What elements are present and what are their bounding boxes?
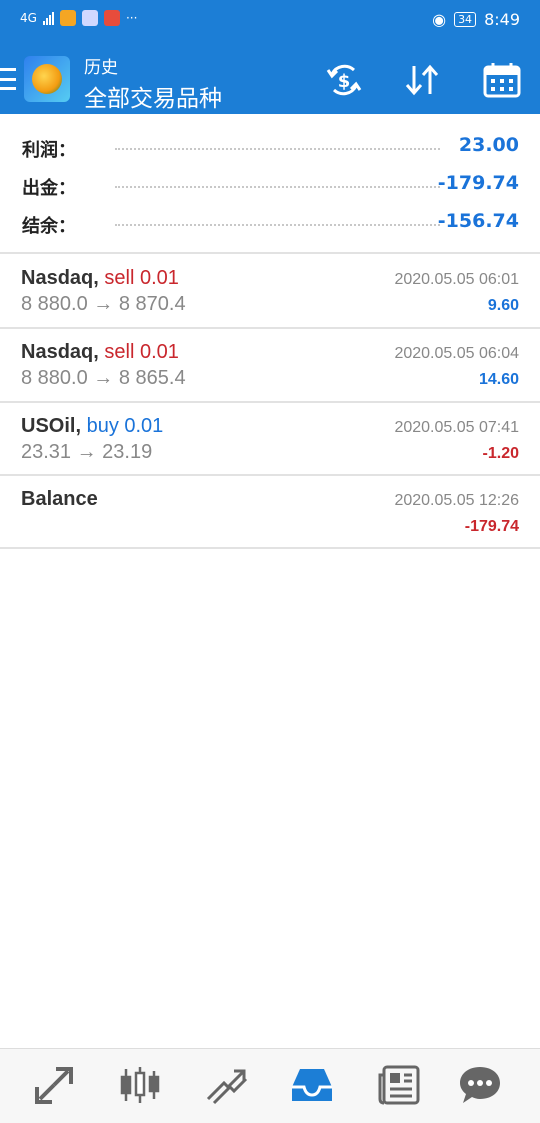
chart-icon[interactable] bbox=[118, 1065, 162, 1105]
trade-profit: 14.60 bbox=[478, 371, 519, 388]
more-notifications-icon: ··· bbox=[125, 11, 138, 25]
network-label: 4G bbox=[20, 11, 37, 25]
trade-prices: 23.31 → 23.19 bbox=[21, 441, 153, 463]
app-logo bbox=[24, 56, 70, 102]
sort-icon[interactable] bbox=[402, 60, 442, 100]
summary-value: -156.74 bbox=[437, 210, 519, 232]
trade-time: 2020.05.05 07:41 bbox=[394, 419, 519, 436]
summary-profit-row: 利润： 23.00 bbox=[0, 128, 540, 164]
news-icon[interactable] bbox=[378, 1065, 422, 1105]
trade-time: 2020.05.05 06:01 bbox=[394, 271, 519, 288]
summary-label: 结余： bbox=[22, 216, 76, 237]
battery-icon: 34 bbox=[454, 12, 477, 27]
trade-side: sell 0.01 bbox=[104, 341, 179, 363]
bottom-nav bbox=[0, 1048, 540, 1123]
trade-prices: 8 880.0 → 8 870.4 bbox=[21, 293, 186, 315]
dotted-leader bbox=[115, 224, 440, 226]
chat-icon[interactable] bbox=[458, 1065, 502, 1105]
trade-time: 2020.05.05 06:04 bbox=[394, 345, 519, 362]
signal-icon bbox=[42, 11, 54, 25]
summary-value: -179.74 bbox=[437, 172, 519, 194]
trade-symbol: Nasdaq, sell 0.01 bbox=[21, 341, 179, 363]
dotted-leader bbox=[115, 186, 440, 188]
symbol-filter[interactable]: 全部交易品种 bbox=[84, 79, 222, 113]
summary-balance-row: 结余： -156.74 bbox=[0, 204, 540, 240]
trade-symbol: USOil, buy 0.01 bbox=[21, 415, 164, 437]
currency-exchange-icon[interactable]: $ bbox=[324, 60, 364, 100]
summary-withdrawal-row: 出金： -179.74 bbox=[0, 166, 540, 202]
app-header: 4G ··· ◉ 34 8:49 历史 全部交易品种 $ bbox=[0, 0, 540, 114]
trade-row[interactable]: Nasdaq, sell 0.01 8 880.0 → 8 865.4 2020… bbox=[0, 329, 540, 401]
divider bbox=[0, 252, 540, 254]
eye-icon: ◉ bbox=[432, 10, 447, 29]
trade-side: sell 0.01 bbox=[104, 267, 179, 289]
trade-profit: -179.74 bbox=[464, 518, 519, 535]
notification-app-icon bbox=[59, 10, 76, 26]
dotted-leader bbox=[115, 148, 440, 150]
notification-app-icon bbox=[103, 10, 120, 26]
trade-profit: -1.20 bbox=[482, 445, 519, 462]
calendar-icon[interactable] bbox=[482, 60, 522, 100]
trade-prices: 8 880.0 → 8 865.4 bbox=[21, 367, 186, 389]
page-title: 历史 bbox=[84, 58, 118, 78]
svg-text:$: $ bbox=[338, 71, 351, 92]
summary-label: 利润： bbox=[22, 140, 76, 161]
notification-app-icon bbox=[81, 10, 98, 26]
balance-label: Balance bbox=[21, 488, 98, 510]
trade-symbol: Nasdaq, sell 0.01 bbox=[21, 267, 179, 289]
trade-row[interactable]: USOil, buy 0.01 23.31 → 23.19 2020.05.05… bbox=[0, 403, 540, 475]
trade-profit: 9.60 bbox=[487, 297, 519, 314]
trade-icon[interactable] bbox=[204, 1065, 248, 1105]
trade-row[interactable]: Nasdaq, sell 0.01 8 880.0 → 8 870.4 2020… bbox=[0, 255, 540, 327]
summary-value: 23.00 bbox=[458, 134, 519, 156]
trade-time: 2020.05.05 12:26 bbox=[394, 492, 519, 509]
summary-label: 出金： bbox=[22, 178, 76, 199]
quotes-icon[interactable] bbox=[32, 1065, 76, 1105]
balance-row[interactable]: Balance 2020.05.05 12:26 -179.74 bbox=[0, 476, 540, 548]
history-icon[interactable] bbox=[290, 1065, 334, 1105]
status-bar: 4G ··· ◉ 34 8:49 bbox=[0, 0, 540, 42]
menu-icon[interactable] bbox=[0, 68, 16, 90]
divider bbox=[0, 547, 540, 549]
trade-side: buy 0.01 bbox=[86, 415, 164, 437]
time-label: 8:49 bbox=[484, 10, 520, 29]
